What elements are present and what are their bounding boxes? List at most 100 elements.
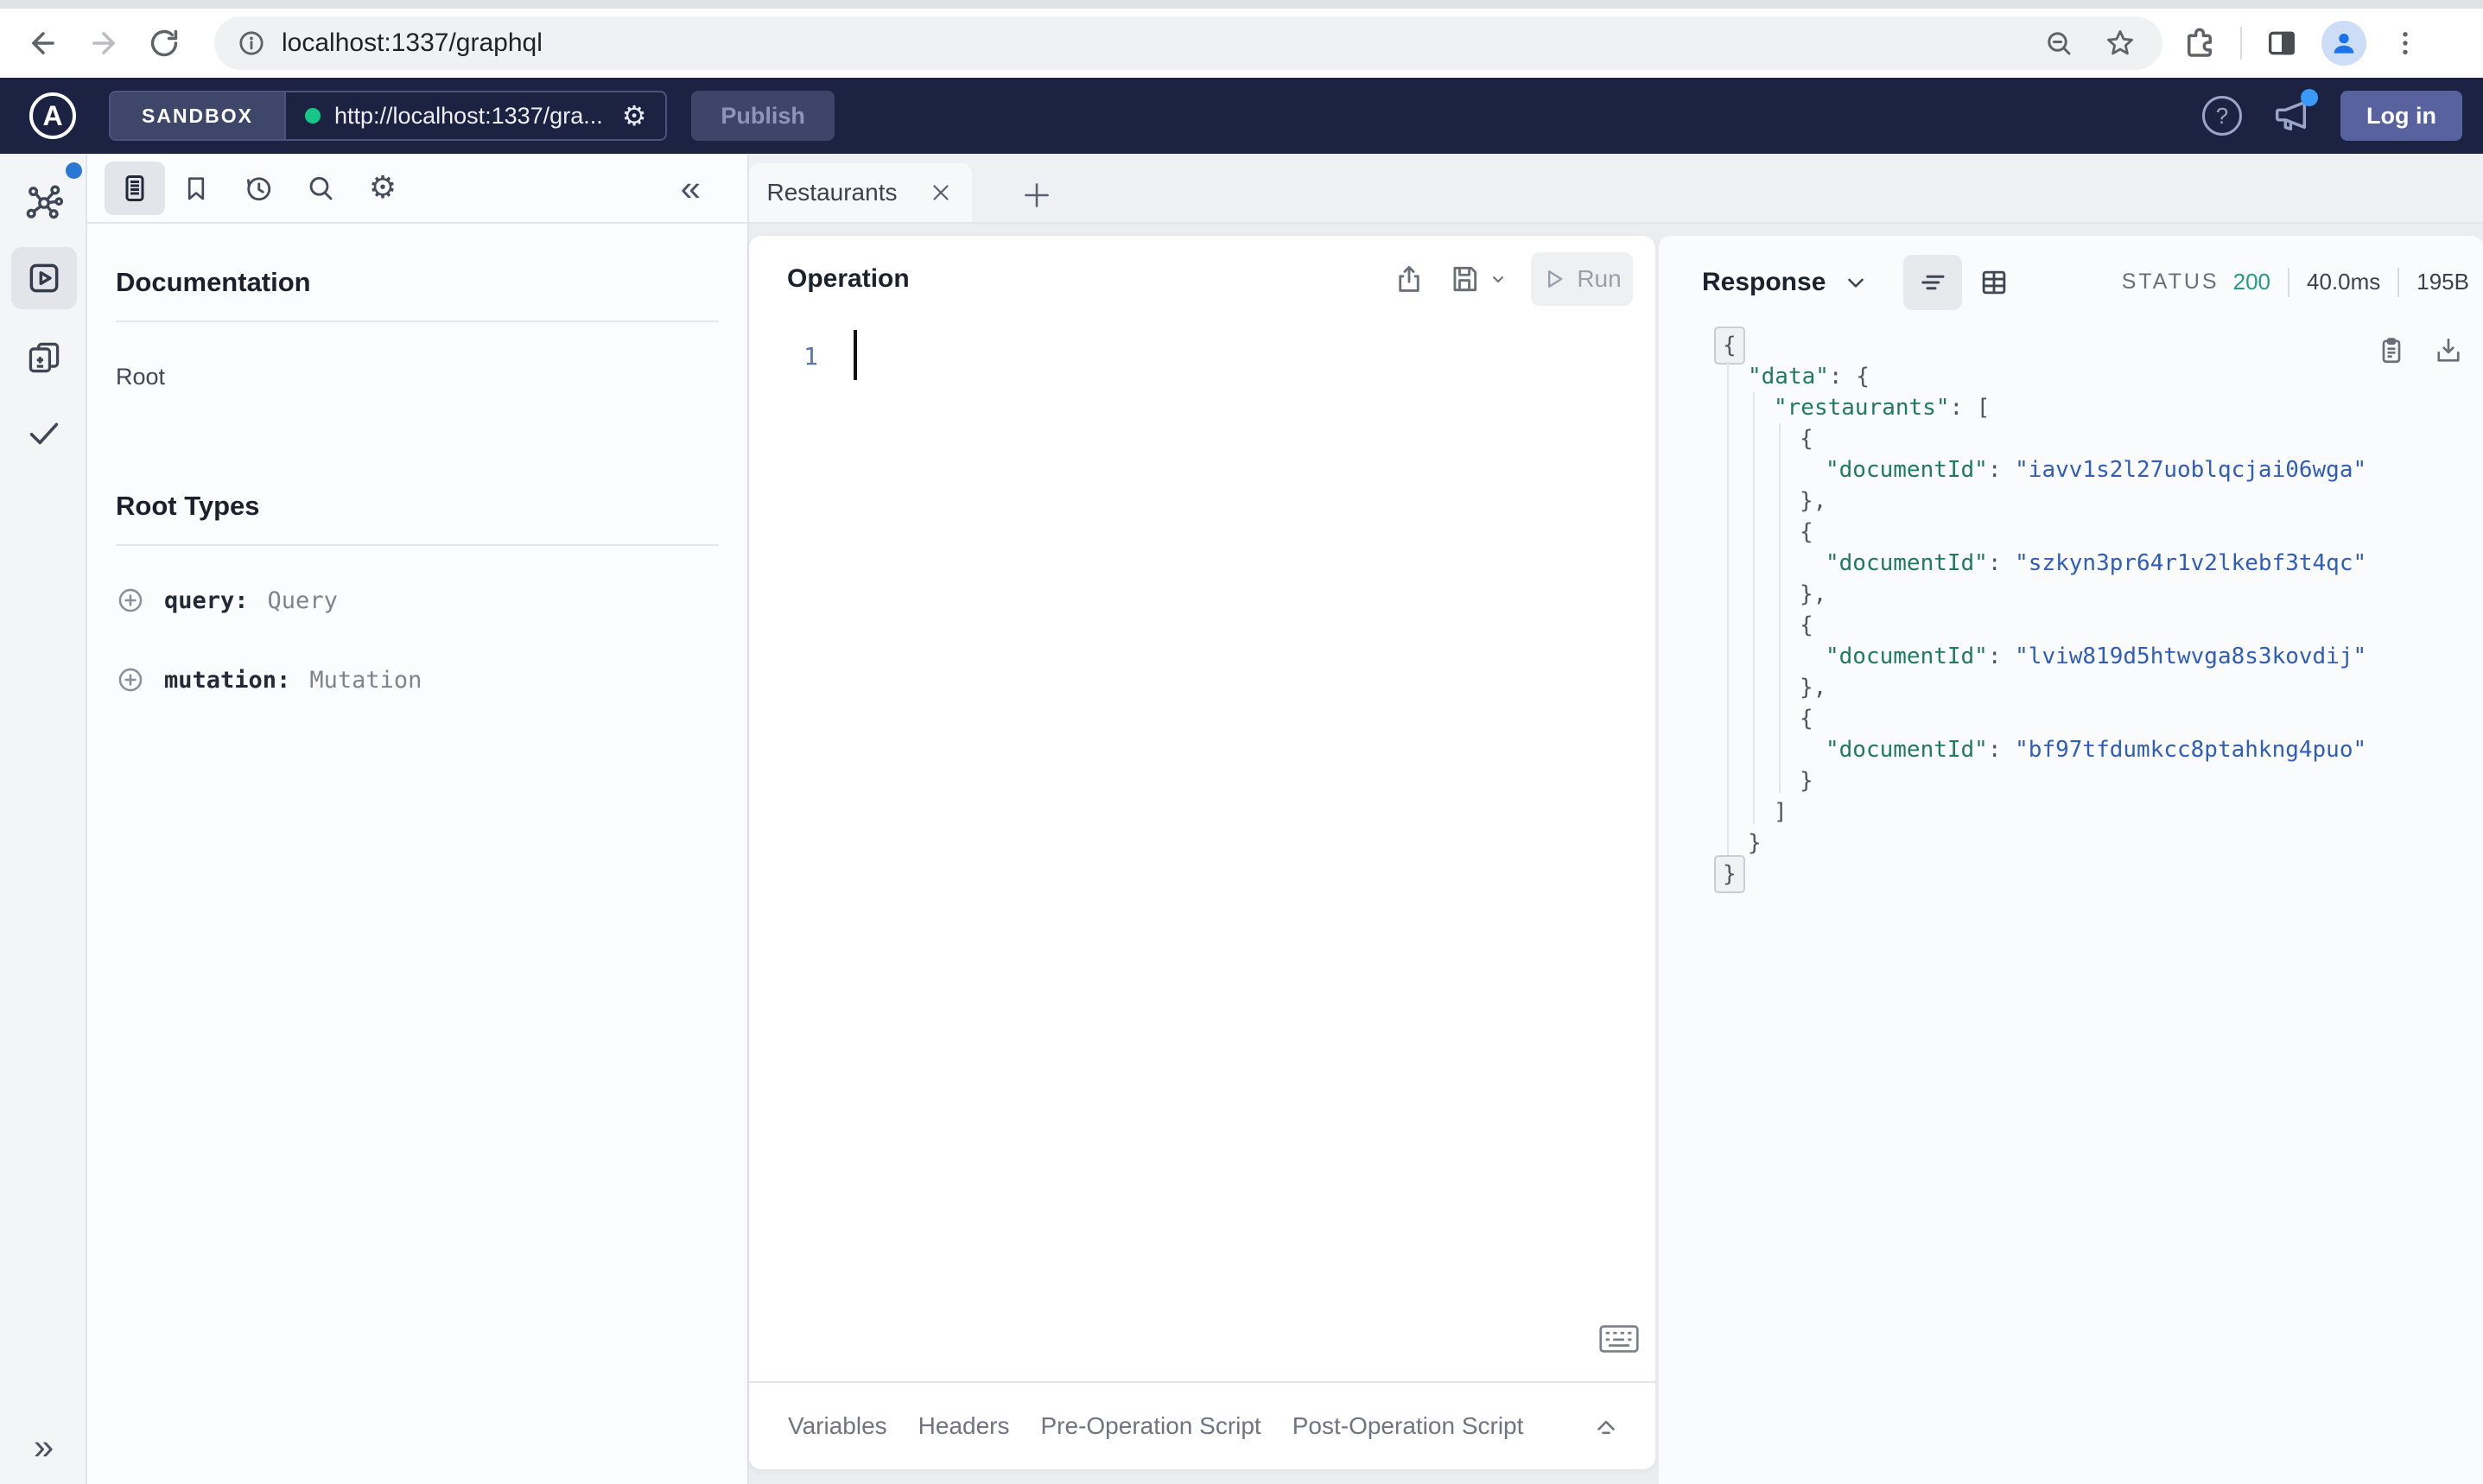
site-info-icon[interactable] [237, 29, 266, 58]
bookmark-star-icon[interactable] [2104, 27, 2137, 60]
side-panel-icon[interactable] [2264, 26, 2299, 60]
tab-headers[interactable]: Headers [918, 1412, 1010, 1440]
collapse-toggle[interactable]: } [1714, 855, 1745, 893]
history-icon [247, 176, 271, 200]
tab-search[interactable] [289, 173, 352, 204]
url-text[interactable]: localhost:1337/graphql [282, 29, 2043, 58]
status-code: 200 [2232, 269, 2270, 295]
json-line: }, [1722, 672, 2483, 703]
browser-tab-strip [0, 0, 2483, 9]
collapse-panel-button[interactable]: « [681, 169, 701, 206]
tab-history[interactable] [227, 173, 289, 204]
apollo-logo[interactable]: A [29, 92, 76, 139]
json-string: "lviw819d5htwvga8s3kovdij" [2015, 644, 2367, 669]
tab-restaurants[interactable]: Restaurants [749, 163, 972, 222]
view-formatted-button-active[interactable] [1903, 254, 1963, 310]
expand-plus-icon [118, 588, 143, 612]
browser-profile-avatar[interactable] [2321, 21, 2366, 66]
operation-editor[interactable]: 1 [749, 322, 1655, 1381]
tab-label[interactable]: Restaurants [767, 179, 898, 206]
tab-post-operation-script[interactable]: Post-Operation Script [1292, 1412, 1524, 1440]
sandbox-badge: SANDBOX [111, 92, 287, 139]
keyboard-shortcuts-icon[interactable] [1598, 1324, 1640, 1354]
json-line: "documentId": "szkyn3pr64r1v2lkebf3t4qc" [1722, 548, 2483, 579]
publish-button[interactable]: Publish [691, 91, 835, 141]
documentation-panel: ⚙ « Documentation Root Root Types query:… [87, 154, 749, 1484]
left-rail: » [0, 154, 87, 1484]
new-tab-button[interactable] [1020, 179, 1053, 212]
main-area: Restaurants Operation Run 1 Variables He… [749, 154, 2483, 1484]
zoom-out-icon[interactable] [2043, 28, 2074, 59]
root-type-field[interactable]: query: [164, 587, 249, 614]
json-line: } [1722, 765, 2483, 796]
sidebar-item-changelog[interactable] [0, 339, 87, 377]
copy-response-icon[interactable] [2376, 335, 2407, 366]
root-type-name[interactable]: Mutation [309, 667, 422, 694]
json-line: "documentId": "lviw819d5htwvga8s3kovdij" [1722, 641, 2483, 672]
root-type-name[interactable]: Query [268, 587, 338, 614]
browser-menu-icon[interactable] [2389, 27, 2422, 60]
login-button[interactable]: Log in [2340, 91, 2462, 141]
tab-variables[interactable]: Variables [788, 1412, 887, 1440]
reload-button[interactable] [140, 19, 188, 67]
extensions-icon[interactable] [2181, 25, 2218, 61]
root-type-field[interactable]: mutation: [164, 667, 290, 694]
endpoint-url-text[interactable]: http://localhost:1337/gra... [334, 103, 603, 130]
screen: localhost:1337/graphql A SANDBOX http://… [0, 0, 2483, 1484]
tab-documentation-active[interactable] [105, 161, 165, 215]
json-line: "restaurants": [ [1722, 392, 2483, 423]
address-bar[interactable]: localhost:1337/graphql [214, 16, 2162, 70]
save-operation-button[interactable] [1448, 263, 1508, 295]
json-line: } [1714, 855, 2483, 893]
root-type-mutation-row[interactable]: mutation: Mutation [116, 655, 719, 705]
tab-explorer-settings[interactable]: ⚙ [352, 170, 414, 206]
expand-footer-button[interactable] [1591, 1411, 1621, 1441]
json-line: { [1722, 703, 2483, 734]
tab-pre-operation-script[interactable]: Pre-Operation Script [1041, 1412, 1261, 1440]
json-punctuation: }, [1800, 488, 1827, 514]
download-response-icon[interactable] [2433, 335, 2464, 366]
sidebar-item-explorer-active[interactable] [11, 247, 77, 309]
response-size: 195B [2416, 269, 2469, 295]
json-punctuation: ] [1774, 799, 1788, 825]
json-string: "bf97tfdumkcc8ptahkng4puo" [2015, 737, 2367, 763]
json-key: "documentId" [1826, 550, 1988, 576]
root-link[interactable]: Root [116, 364, 719, 390]
text-cursor [854, 330, 857, 380]
run-button[interactable]: Run [1531, 252, 1633, 306]
run-label: Run [1577, 265, 1622, 292]
json-punctuation: }, [1800, 581, 1827, 607]
formatted-lines-icon [1921, 275, 1945, 289]
forward-button[interactable] [79, 19, 128, 67]
root-type-query-row[interactable]: query: Query [116, 575, 719, 625]
view-table-button[interactable] [1978, 266, 2010, 299]
json-lines: {"data": {"restaurants": [{"documentId":… [1714, 327, 2483, 893]
plus-icon [1025, 183, 1049, 207]
endpoint-url-field[interactable]: http://localhost:1337/gra... ⚙ [286, 99, 665, 132]
settings-gear-icon: ⚙ [368, 170, 397, 206]
announcements-button[interactable] [2271, 89, 2319, 136]
connection-settings-icon[interactable]: ⚙ [622, 99, 647, 132]
back-button[interactable] [19, 19, 67, 67]
indent-guide [1727, 361, 1729, 855]
toolbar-divider [2240, 27, 2242, 60]
close-tab-icon[interactable] [928, 180, 954, 206]
json-punctuation: { [1800, 519, 1813, 545]
json-line: ] [1722, 796, 2483, 828]
share-operation-icon[interactable] [1393, 263, 1426, 295]
response-dropdown-chevron-icon[interactable] [1843, 270, 1869, 295]
bookmark-icon [187, 176, 205, 200]
tab-saved-operations[interactable] [165, 174, 227, 203]
json-line: { [1722, 610, 2483, 641]
json-punctuation: : [1987, 644, 2016, 669]
divider [116, 544, 719, 546]
help-icon[interactable]: ? [2202, 96, 2243, 136]
root-types-title: Root Types [116, 491, 260, 521]
json-punctuation: }, [1800, 675, 1827, 701]
collapse-toggle[interactable]: { [1714, 327, 1745, 365]
sidebar-item-schema[interactable] [0, 181, 87, 223]
json-punctuation: } [1723, 861, 1737, 887]
json-punctuation: { [1800, 426, 1813, 452]
expand-rail-button[interactable]: » [0, 1429, 87, 1465]
sidebar-item-checks[interactable] [0, 413, 87, 453]
